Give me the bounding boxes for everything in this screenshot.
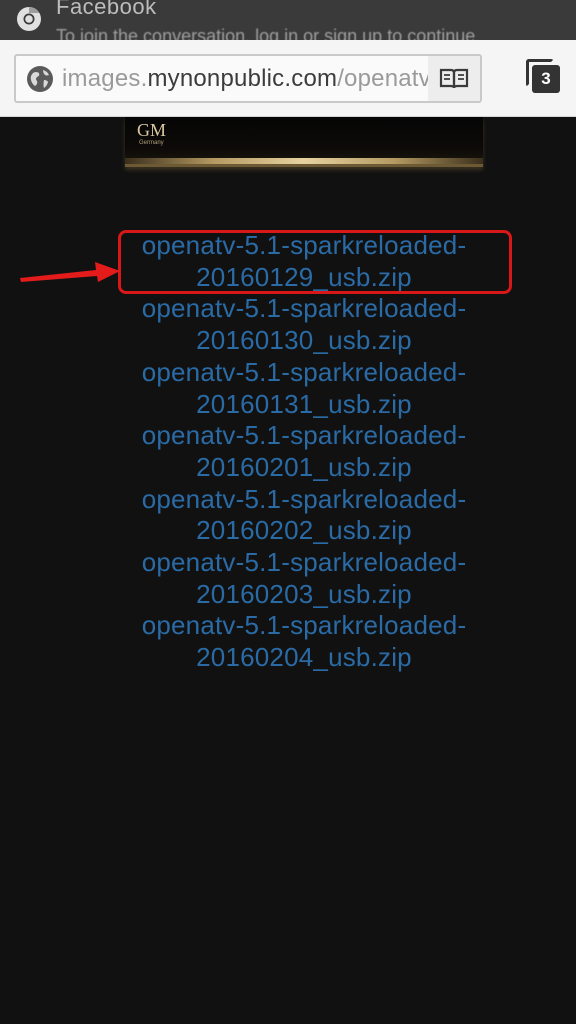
file-link-line1: openatv-5.1-sparkreloaded- xyxy=(141,420,467,451)
address-bar[interactable]: images.mynonpublic.com/openatv/ xyxy=(14,54,482,103)
file-link[interactable]: openatv-5.1-sparkreloaded- 20160131_usb.… xyxy=(0,357,576,420)
file-link-line1: openatv-5.1-sparkreloaded- xyxy=(141,293,467,324)
file-link-line2: 20160203_usb.zip xyxy=(196,578,412,609)
globe-icon xyxy=(27,66,53,92)
reader-mode-button[interactable] xyxy=(428,56,480,101)
file-link-line1: openatv-5.1-sparkreloaded- xyxy=(141,610,467,641)
url-text[interactable]: images.mynonpublic.com/openatv/ xyxy=(62,65,438,93)
file-link-line2: 20160130_usb.zip xyxy=(196,325,412,356)
product-brand-sub: Germany xyxy=(139,140,164,146)
file-link[interactable]: openatv-5.1-sparkreloaded- 20160201_usb.… xyxy=(0,420,576,483)
red-arrow-icon xyxy=(20,262,120,282)
file-link-line2: 20160204_usb.zip xyxy=(196,642,412,673)
file-link-line1: openatv-5.1-sparkreloaded- xyxy=(141,547,467,578)
tab-count: 3 xyxy=(532,65,560,93)
file-link[interactable]: openatv-5.1-sparkreloaded- 20160202_usb.… xyxy=(0,484,576,547)
file-link-line2: 20160201_usb.zip xyxy=(196,451,412,482)
file-link-list: openatv-5.1-sparkreloaded- 20160129_usb.… xyxy=(0,230,576,674)
url-path: /openatv/ xyxy=(337,65,438,92)
file-link-line2: 20160202_usb.zip xyxy=(196,515,412,546)
chrome-icon xyxy=(17,6,41,31)
product-image-edge xyxy=(125,158,483,164)
file-link[interactable]: openatv-5.1-sparkreloaded- 20160130_usb.… xyxy=(0,293,576,356)
notification-title: Facebook xyxy=(56,0,157,19)
file-link[interactable]: openatv-5.1-sparkreloaded- 20160204_usb.… xyxy=(0,610,576,673)
browser-toolbar: images.mynonpublic.com/openatv/ 3 xyxy=(0,40,576,117)
file-link[interactable]: openatv-5.1-sparkreloaded- 20160203_usb.… xyxy=(0,547,576,610)
file-link-line2: 20160131_usb.zip xyxy=(196,388,412,419)
url-prefix: images. xyxy=(62,65,148,92)
reader-mode-icon xyxy=(439,68,469,88)
file-link-line1: openatv-5.1-sparkreloaded- xyxy=(141,356,467,387)
notification-bar[interactable]: Facebook To join the conversation, log i… xyxy=(0,0,576,40)
product-brand: GM xyxy=(137,120,167,140)
tab-switcher-button[interactable]: 3 xyxy=(526,59,562,95)
product-image: GM Germany xyxy=(125,117,483,167)
highlight-box xyxy=(118,230,512,294)
file-link-line1: openatv-5.1-sparkreloaded- xyxy=(141,483,467,514)
notification-subtitle: To join the conversation, log in or sign… xyxy=(56,26,476,40)
url-domain: mynonpublic.com xyxy=(147,65,338,92)
